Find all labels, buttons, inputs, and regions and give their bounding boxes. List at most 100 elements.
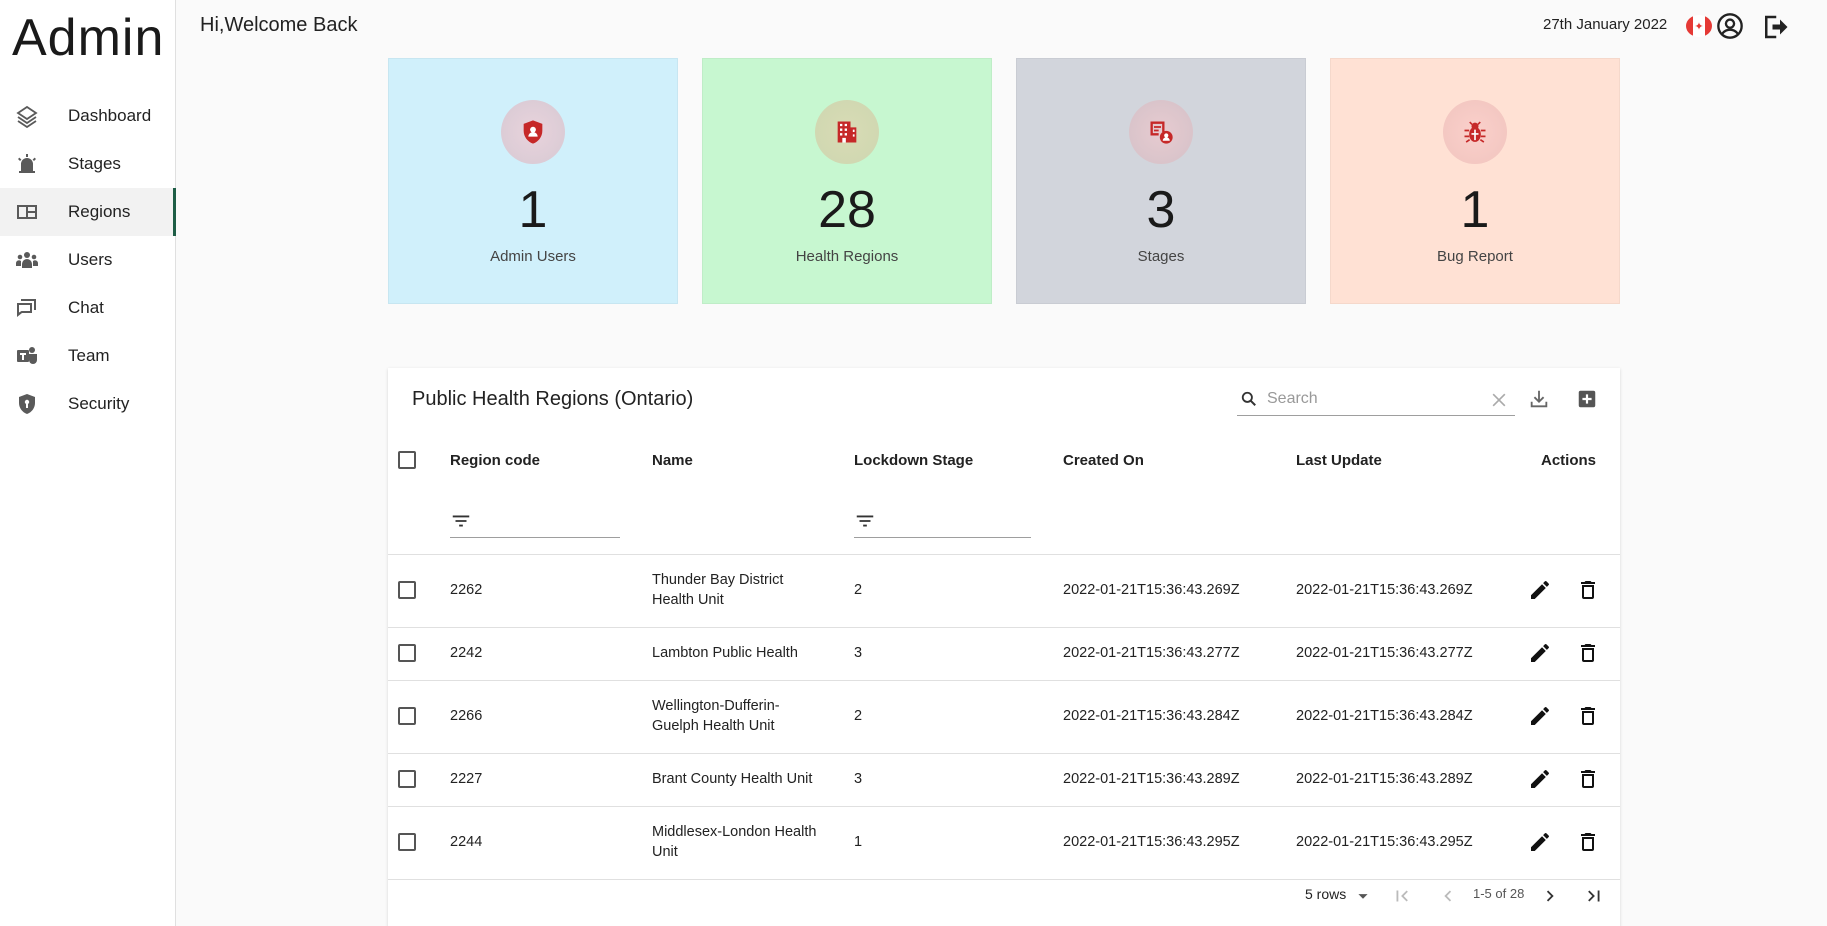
chevron-right-icon[interactable] <box>1539 885 1561 907</box>
delete-icon[interactable] <box>1576 767 1600 791</box>
cell-name: Thunder Bay District Health Unit <box>652 572 784 608</box>
team-icon <box>14 343 40 369</box>
stages-icon <box>14 151 40 177</box>
sidebar: Admin Dashboard Stages Regions Users Cha… <box>0 0 176 926</box>
cell-name: Brant County Health Unit <box>652 771 813 787</box>
brand-title: Admin <box>12 9 165 67</box>
delete-icon[interactable] <box>1576 578 1600 602</box>
close-icon[interactable] <box>1489 390 1509 410</box>
sidebar-item-users[interactable]: Users <box>0 236 175 284</box>
sidebar-item-chat[interactable]: Chat <box>0 284 175 332</box>
delete-icon[interactable] <box>1576 830 1600 854</box>
chat-icon <box>14 295 40 321</box>
sidebar-item-label: Dashboard <box>68 106 152 125</box>
cell-lockdown-stage: 2 <box>854 708 863 724</box>
sidebar-item-stages[interactable]: Stages <box>0 140 175 188</box>
stat-value: 1 <box>1460 181 1490 239</box>
sidebar-item-dashboard[interactable]: Dashboard <box>0 92 175 140</box>
sidebar-item-security[interactable]: Security <box>0 380 175 428</box>
cell-last-update: 2022-01-21T15:36:43.295Z <box>1296 834 1473 850</box>
search-input[interactable] <box>1267 389 1477 408</box>
cell-created-on: 2022-01-21T15:36:43.284Z <box>1063 708 1240 724</box>
canada-flag-icon[interactable]: ✦ <box>1686 15 1712 37</box>
cell-last-update: 2022-01-21T15:36:43.269Z <box>1296 582 1473 598</box>
building-icon <box>815 100 879 164</box>
cell-region-code: 2266 <box>450 708 483 724</box>
sidebar-item-regions[interactable]: Regions <box>0 188 176 236</box>
stat-card-bug-report: 1 Bug Report <box>1330 58 1620 304</box>
edit-icon[interactable] <box>1528 767 1552 791</box>
stages-badge-icon <box>1129 100 1193 164</box>
row-checkbox[interactable] <box>398 833 416 851</box>
column-header-region-code[interactable]: Region code <box>450 452 540 469</box>
cell-lockdown-stage: 3 <box>854 771 863 787</box>
delete-icon[interactable] <box>1576 704 1600 728</box>
add-box-icon[interactable] <box>1576 388 1598 410</box>
cell-created-on: 2022-01-21T15:36:43.289Z <box>1063 771 1240 787</box>
sidebar-item-label: Stages <box>68 154 121 173</box>
chevron-down-icon[interactable] <box>1352 885 1374 907</box>
sidebar-nav: Dashboard Stages Regions Users Chat Team… <box>0 92 176 428</box>
column-header-last-update[interactable]: Last Update <box>1296 452 1382 469</box>
row-checkbox[interactable] <box>398 581 416 599</box>
search-field[interactable] <box>1237 382 1515 416</box>
lockdown-stage-filter[interactable] <box>854 506 1031 538</box>
edit-icon[interactable] <box>1528 641 1552 665</box>
stat-label: Bug Report <box>1437 248 1513 265</box>
cell-name: Lambton Public Health <box>652 645 798 661</box>
column-header-name[interactable]: Name <box>652 452 693 469</box>
sidebar-item-label: Chat <box>68 298 104 317</box>
row-checkbox[interactable] <box>398 644 416 662</box>
rows-per-page-select[interactable]: 5 rows <box>1305 886 1346 902</box>
cell-region-code: 2242 <box>450 645 483 661</box>
sidebar-item-label: Security <box>68 394 130 413</box>
account-icon[interactable] <box>1716 12 1744 40</box>
column-header-actions: Actions <box>1541 452 1597 469</box>
cell-lockdown-stage: 1 <box>854 834 863 850</box>
cell-name: Middlesex-London Health Unit <box>652 824 817 860</box>
filter-icon <box>856 515 874 527</box>
cell-lockdown-stage: 3 <box>854 645 863 661</box>
row-checkbox[interactable] <box>398 707 416 725</box>
cell-created-on: 2022-01-21T15:36:43.295Z <box>1063 834 1240 850</box>
divider <box>388 753 1620 754</box>
stat-card-health-regions: 28 Health Regions <box>702 58 992 304</box>
edit-icon[interactable] <box>1528 578 1552 602</box>
region-code-filter[interactable] <box>450 506 620 538</box>
divider <box>388 554 1620 555</box>
sidebar-item-team[interactable]: Team <box>0 332 175 380</box>
cell-created-on: 2022-01-21T15:36:43.269Z <box>1063 582 1240 598</box>
edit-icon[interactable] <box>1528 704 1552 728</box>
page-range: 1-5 of 28 <box>1473 886 1525 901</box>
column-header-created-on[interactable]: Created On <box>1063 452 1144 469</box>
stat-value: 28 <box>818 181 876 239</box>
search-icon <box>1241 391 1256 406</box>
cell-name: Wellington-Dufferin-Guelph Health Unit <box>652 698 780 734</box>
cell-last-update: 2022-01-21T15:36:43.277Z <box>1296 645 1473 661</box>
delete-icon[interactable] <box>1576 641 1600 665</box>
bug-icon <box>1443 100 1507 164</box>
select-all-checkbox[interactable] <box>398 451 416 469</box>
last-page-icon[interactable] <box>1583 885 1605 907</box>
download-icon[interactable] <box>1528 388 1550 410</box>
regions-icon <box>14 199 40 225</box>
logout-icon[interactable] <box>1760 12 1790 42</box>
divider <box>388 806 1620 807</box>
chevron-left-icon[interactable] <box>1437 885 1459 907</box>
column-header-lockdown-stage[interactable]: Lockdown Stage <box>854 452 973 469</box>
first-page-icon[interactable] <box>1391 885 1413 907</box>
divider <box>388 879 1620 880</box>
row-checkbox[interactable] <box>398 770 416 788</box>
cell-last-update: 2022-01-21T15:36:43.289Z <box>1296 771 1473 787</box>
dashboard-icon <box>14 103 40 129</box>
regions-table-panel: Public Health Regions (Ontario) Region c… <box>388 368 1620 926</box>
edit-icon[interactable] <box>1528 830 1552 854</box>
divider <box>388 627 1620 628</box>
greeting: Hi,Welcome Back <box>200 14 358 36</box>
stat-value: 3 <box>1146 181 1176 239</box>
stat-card-admin-users: 1 Admin Users <box>388 58 678 304</box>
cell-region-code: 2262 <box>450 582 483 598</box>
table-title: Public Health Regions (Ontario) <box>412 388 694 410</box>
shield-icon <box>14 391 40 417</box>
cell-region-code: 2244 <box>450 834 483 850</box>
